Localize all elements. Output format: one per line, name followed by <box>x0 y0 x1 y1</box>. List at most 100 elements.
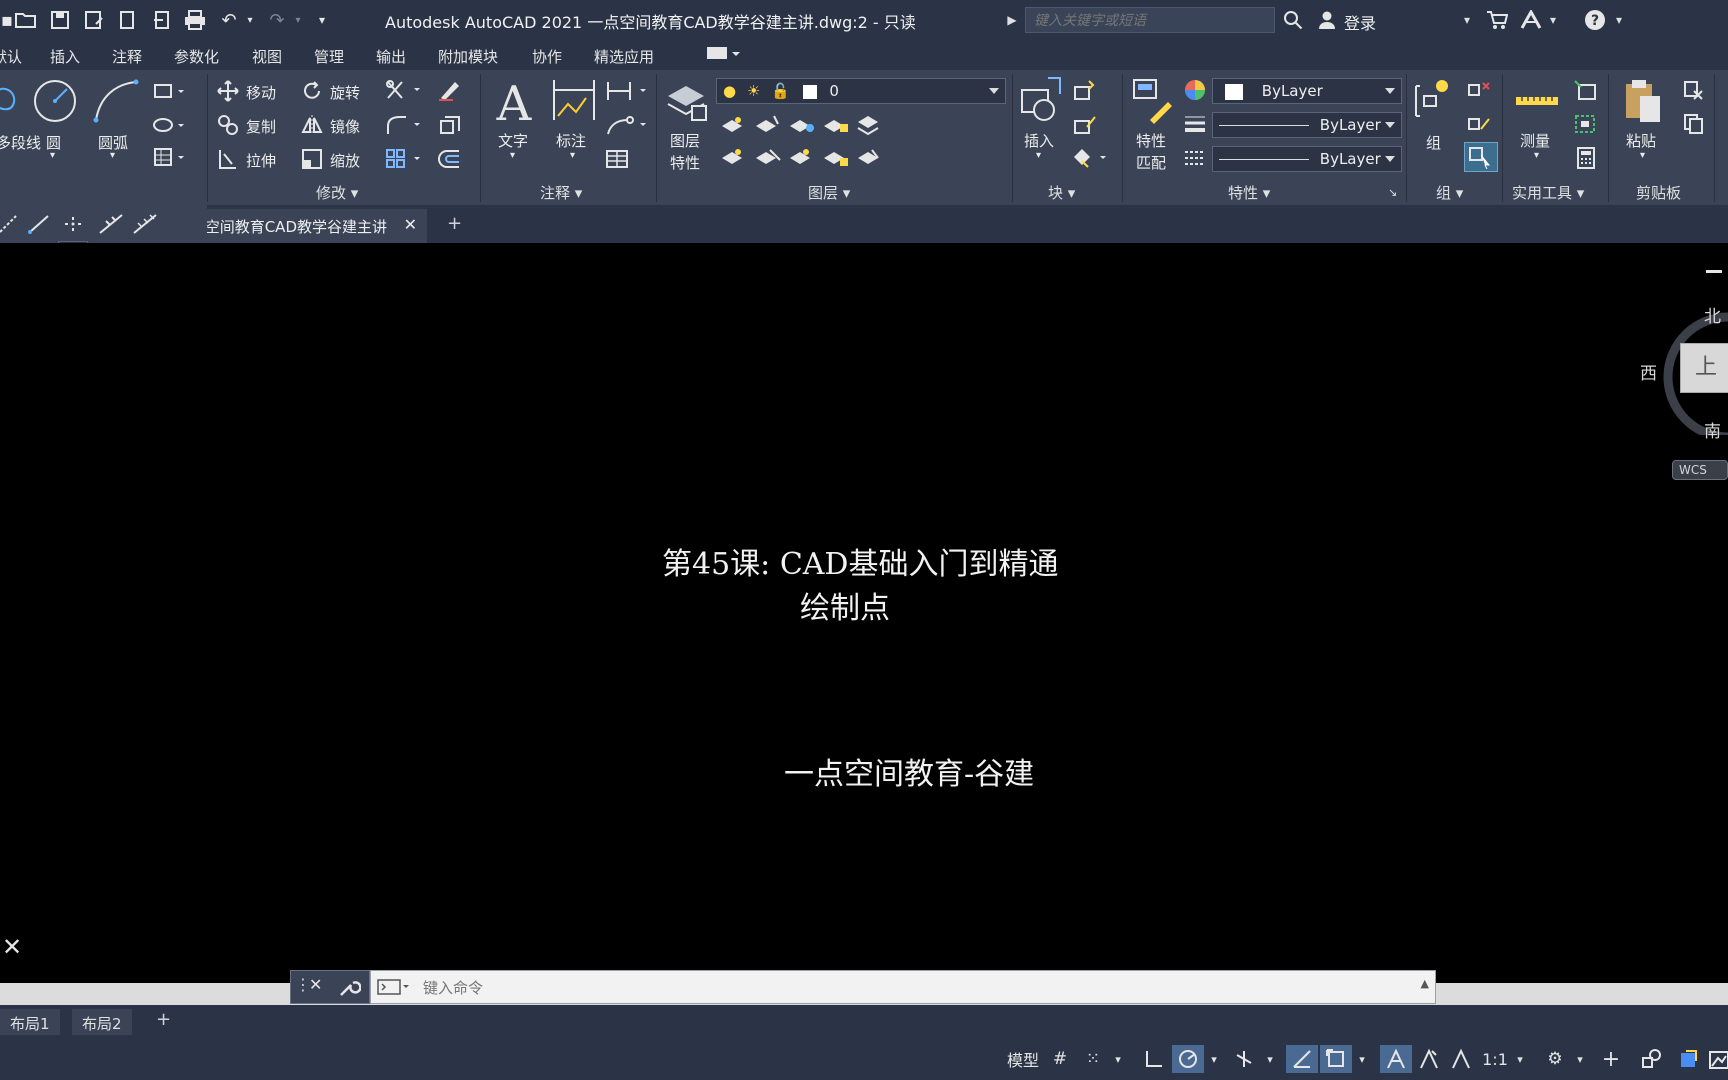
copy-icon[interactable] <box>216 114 240 136</box>
tab-addins[interactable]: 附加模块 <box>438 46 498 67</box>
mirror-icon[interactable] <box>300 114 324 136</box>
layer-properties-icon[interactable] <box>664 76 710 124</box>
new-tab-icon[interactable]: + <box>447 213 462 234</box>
arc-dropdown-icon[interactable]: ▾ <box>110 150 115 161</box>
annotation-monitor-icon[interactable]: + <box>1596 1045 1626 1073</box>
edit-block-icon[interactable] <box>1072 112 1100 136</box>
multiple-points-icon[interactable] <box>60 213 86 235</box>
rotate-label[interactable]: 旋转 <box>330 82 360 103</box>
fillet-icon[interactable] <box>384 114 424 136</box>
isometric-icon[interactable] <box>1230 1045 1258 1073</box>
create-block-icon[interactable] <box>1072 78 1100 102</box>
arc-icon[interactable] <box>92 78 140 124</box>
user-icon[interactable] <box>1314 8 1340 32</box>
search-icon[interactable] <box>1280 8 1306 32</box>
lineweight-icon[interactable] <box>1182 112 1208 136</box>
close-command-line-icon[interactable]: ✕ <box>2 933 22 961</box>
units-icon[interactable] <box>1636 1045 1666 1073</box>
close-command-icon[interactable]: ✕ <box>309 975 322 994</box>
command-history-icon[interactable]: ▲ <box>1421 977 1429 990</box>
viewcube-top-face[interactable]: 上 <box>1680 343 1728 393</box>
tab-annotate[interactable]: 注释 <box>112 46 142 67</box>
explode-icon[interactable] <box>436 114 464 136</box>
save-as-icon[interactable] <box>80 8 108 32</box>
linetype-dropdown[interactable]: ByLayer <box>1212 146 1402 172</box>
dimension-dropdown-icon[interactable]: ▾ <box>570 150 575 161</box>
tab-insert[interactable]: 插入 <box>50 46 80 67</box>
scale-dropdown-icon[interactable]: ▾ <box>1512 1045 1528 1073</box>
tab-parametric[interactable]: 参数化 <box>174 46 219 67</box>
measure-point-icon[interactable] <box>132 213 158 235</box>
auto-scale-icon[interactable] <box>1414 1045 1444 1073</box>
publish-icon[interactable] <box>114 8 142 32</box>
minimize-viewport-icon[interactable] <box>1706 270 1722 273</box>
customize-wrench-icon[interactable] <box>339 977 362 1001</box>
workspace-dropdown-icon[interactable]: ▾ <box>1572 1045 1588 1073</box>
isometric-dropdown-icon[interactable]: ▾ <box>1262 1045 1278 1073</box>
layer-tools-row-1[interactable] <box>718 110 908 140</box>
annotation-visibility-icon[interactable] <box>1380 1045 1412 1073</box>
utilities-panel-title[interactable]: 实用工具 ▾ <box>1512 182 1584 203</box>
help-dropdown-icon[interactable]: ▾ <box>1612 8 1626 32</box>
text-icon[interactable]: A <box>492 76 536 128</box>
divide-icon[interactable] <box>98 213 124 235</box>
polyline-icon[interactable] <box>0 80 24 120</box>
xline-icon[interactable] <box>0 213 18 235</box>
block-panel-title[interactable]: 块 ▾ <box>1048 182 1075 203</box>
print-icon[interactable] <box>180 8 210 32</box>
tab-collaborate[interactable]: 协作 <box>532 46 562 67</box>
paste-icon[interactable] <box>1620 76 1666 126</box>
export-icon[interactable] <box>148 8 176 32</box>
login-dropdown-icon[interactable]: ▾ <box>1460 8 1474 32</box>
wcs-menu[interactable]: WCS <box>1672 460 1728 480</box>
viewcube[interactable]: 北 西 南 上 <box>1640 305 1728 442</box>
expand-search-icon[interactable]: ▶ <box>1004 8 1020 32</box>
model-space-toggle[interactable]: 模型 <box>1004 1045 1042 1073</box>
groups-panel-title[interactable]: 组 ▾ <box>1436 182 1463 203</box>
rectangle-icon[interactable] <box>152 80 186 102</box>
redo-dropdown-icon[interactable]: ▾ <box>292 8 304 32</box>
linear-dim-icon[interactable] <box>604 80 650 102</box>
object-snap-icon[interactable] <box>1320 1045 1352 1073</box>
autodesk-a360-icon[interactable] <box>1518 8 1544 32</box>
select-all-icon[interactable] <box>1572 112 1600 136</box>
ellipse-icon[interactable] <box>152 114 186 136</box>
insert-block-icon[interactable] <box>1018 76 1064 126</box>
copy-label[interactable]: 复制 <box>246 116 276 137</box>
document-tab[interactable]: 一点空间教育CAD教学谷建主讲* ✕ <box>207 209 427 243</box>
tab-output[interactable]: 输出 <box>376 46 406 67</box>
tab-featured-apps[interactable]: 精选应用 <box>594 46 654 67</box>
offset-icon[interactable] <box>436 148 464 170</box>
object-snap-tracking-icon[interactable] <box>1286 1045 1318 1073</box>
properties-dialog-launcher-icon[interactable]: ↘ <box>1388 186 1397 199</box>
annotation-panel-title[interactable]: 注释 ▾ <box>540 182 582 203</box>
properties-panel-title[interactable]: 特性 ▾ <box>1228 182 1270 203</box>
cart-icon[interactable] <box>1484 8 1510 32</box>
trim-icon[interactable] <box>384 78 424 102</box>
help-icon[interactable]: ? <box>1582 8 1608 32</box>
compass-west[interactable]: 西 <box>1640 359 1657 384</box>
insert-dropdown-icon[interactable]: ▾ <box>1036 150 1041 161</box>
measure-dropdown-icon[interactable]: ▾ <box>1534 150 1539 161</box>
group-selection-icon[interactable] <box>1464 142 1498 172</box>
snap-dropdown-icon[interactable]: ▾ <box>1110 1045 1126 1073</box>
move-icon[interactable] <box>216 80 240 102</box>
mirror-label[interactable]: 镜像 <box>330 116 360 137</box>
tab-layout1[interactable]: 布局1 <box>0 1009 60 1035</box>
layer-tools-row-2[interactable] <box>718 142 908 172</box>
ortho-icon[interactable] <box>1140 1045 1168 1073</box>
undo-icon[interactable]: ↶ <box>216 8 242 32</box>
annotation-scale-icon[interactable] <box>1446 1045 1476 1073</box>
a360-dropdown-icon[interactable]: ▾ <box>1546 8 1560 32</box>
move-label[interactable]: 移动 <box>246 82 276 103</box>
object-snap-dropdown-icon[interactable]: ▾ <box>1354 1045 1370 1073</box>
scale-label[interactable]: 缩放 <box>330 150 360 171</box>
calculator-icon[interactable] <box>1572 146 1600 170</box>
layer-dropdown[interactable]: ● ☀ 🔓 0 <box>716 78 1006 104</box>
copy-clip-icon[interactable] <box>1680 112 1708 136</box>
ungroup-icon[interactable] <box>1466 78 1494 102</box>
customize-quick-access-icon[interactable]: ▾ <box>312 8 332 32</box>
close-tab-icon[interactable]: ✕ <box>404 215 417 234</box>
color-wheel-icon[interactable] <box>1182 78 1208 102</box>
compass-south[interactable]: 南 <box>1704 417 1721 442</box>
